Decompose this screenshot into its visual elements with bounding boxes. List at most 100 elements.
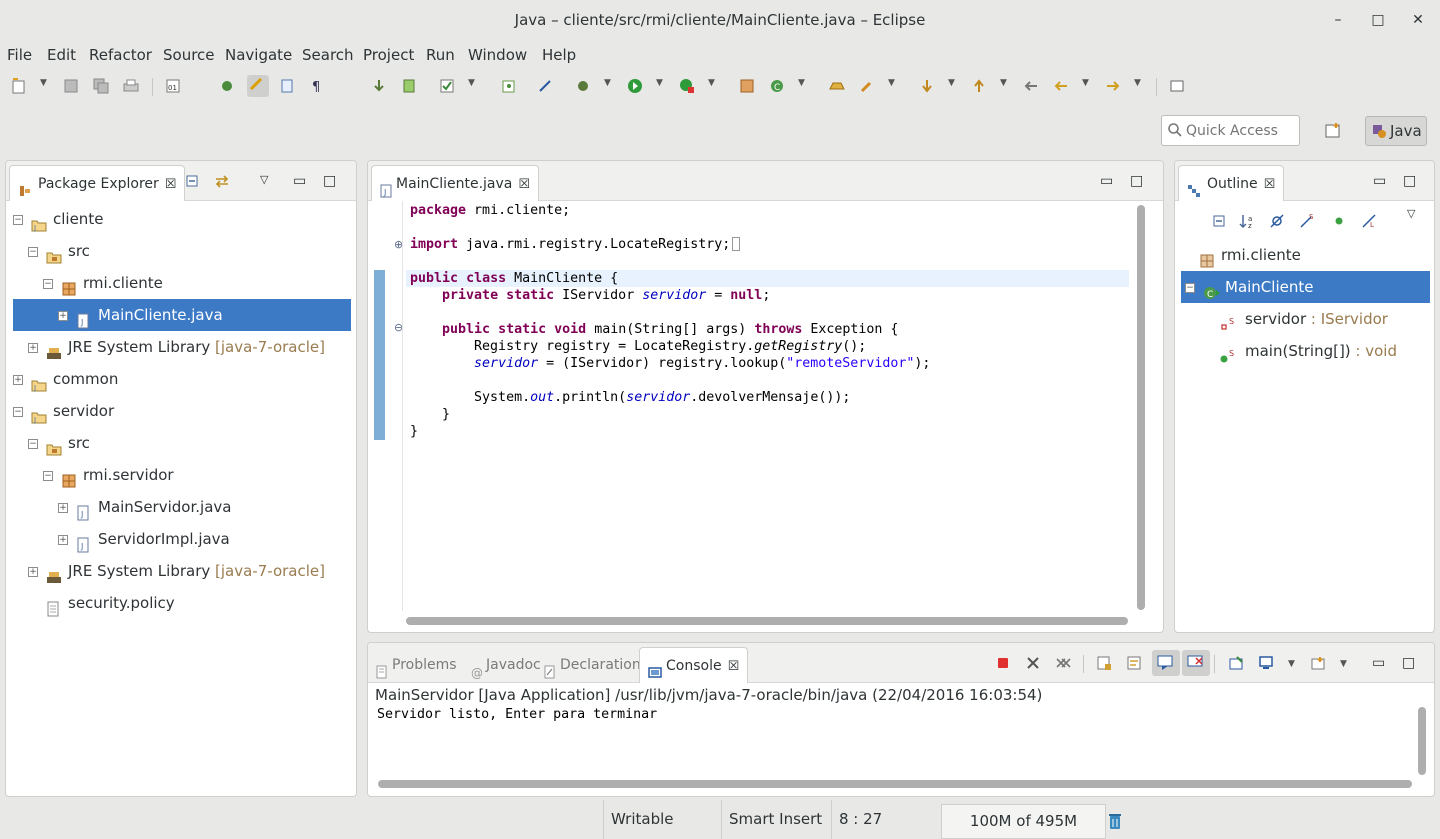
- tree-item-jre-library[interactable]: + JRE System Library [java-7-oracle]: [28, 331, 353, 363]
- menu-source[interactable]: Source: [163, 46, 215, 64]
- folded-import-marker[interactable]: [732, 237, 741, 251]
- menu-run[interactable]: Run: [426, 46, 455, 64]
- tree-item-servidor[interactable]: − Jservidor: [13, 395, 353, 427]
- tab-outline[interactable]: Outline ☒: [1178, 165, 1285, 201]
- menu-help[interactable]: Help: [542, 46, 576, 64]
- display-console-dropdown-icon[interactable]: ▼: [1288, 659, 1295, 669]
- new-package-icon[interactable]: [738, 77, 756, 95]
- menu-window[interactable]: Window: [468, 46, 527, 64]
- menu-file[interactable]: File: [7, 46, 32, 64]
- expand-icon[interactable]: +: [58, 502, 68, 513]
- console-vertical-scrollbar[interactable]: [1418, 707, 1426, 775]
- tree-item-src[interactable]: − src: [28, 235, 353, 267]
- view-menu-icon[interactable]: ▽: [260, 173, 268, 186]
- display-selected-console-icon[interactable]: [1258, 655, 1276, 673]
- pin-console-icon[interactable]: [1228, 655, 1246, 673]
- run-garbage-collector-button[interactable]: [1107, 812, 1123, 834]
- prev-annotation-icon[interactable]: [400, 77, 418, 95]
- binary-icon[interactable]: 01: [164, 77, 182, 95]
- outline-item-package[interactable]: rmi.cliente: [1199, 239, 1429, 271]
- new-java-project-icon[interactable]: [500, 77, 518, 95]
- collapse-icon[interactable]: −: [13, 214, 23, 225]
- last-edit-location-icon[interactable]: [1022, 77, 1040, 95]
- search-icon[interactable]: [858, 77, 876, 95]
- back-icon[interactable]: [1052, 77, 1070, 95]
- collapse-icon[interactable]: −: [1185, 282, 1195, 293]
- save-all-icon[interactable]: [92, 77, 110, 95]
- tree-item-maincliente-java[interactable]: + J MainCliente.java: [13, 299, 351, 331]
- maximize-view-icon[interactable]: □: [1402, 655, 1415, 671]
- expand-icon[interactable]: +: [28, 342, 38, 353]
- hide-static-icon[interactable]: S: [1299, 213, 1317, 231]
- tree-item-jre-library[interactable]: + JRE System Library [java-7-oracle]: [28, 555, 353, 587]
- tree-item-rmi-cliente[interactable]: − rmi.cliente: [43, 267, 353, 299]
- close-icon[interactable]: ☒: [165, 177, 177, 192]
- forward-icon[interactable]: [1104, 77, 1122, 95]
- hide-non-public-icon[interactable]: [1331, 213, 1349, 231]
- tab-console[interactable]: Console ☒: [639, 647, 749, 683]
- collapse-all-icon[interactable]: [184, 173, 202, 191]
- outline-item-class[interactable]: − C MainCliente: [1181, 271, 1430, 303]
- open-perspective-button[interactable]: [1320, 120, 1346, 142]
- tree-item-cliente[interactable]: − Jcliente: [13, 203, 353, 235]
- scroll-lock-icon[interactable]: [1096, 655, 1114, 673]
- close-button[interactable]: ✕: [1408, 10, 1428, 30]
- mark-occurrences-icon[interactable]: [247, 75, 269, 97]
- maximize-view-icon[interactable]: □: [1130, 173, 1143, 189]
- open-console-icon[interactable]: [1310, 655, 1328, 673]
- tree-item-servidorimpl-java[interactable]: + J ServidorImpl.java: [58, 523, 353, 555]
- print-icon[interactable]: [122, 77, 140, 95]
- menu-edit[interactable]: Edit: [47, 46, 76, 64]
- hide-local-types-icon[interactable]: L: [1361, 213, 1379, 231]
- outline-item-field[interactable]: Sservidor : IServidor: [1219, 303, 1429, 335]
- collapse-icon[interactable]: −: [43, 278, 53, 289]
- maximize-view-icon[interactable]: □: [1403, 173, 1416, 189]
- tree-item-security-policy[interactable]: security.policy: [46, 587, 353, 619]
- show-whitespace-icon[interactable]: ¶: [308, 77, 326, 95]
- view-menu-icon[interactable]: ▽: [1407, 207, 1415, 220]
- block-selection-icon[interactable]: [278, 77, 296, 95]
- tab-declaration[interactable]: Declaration: [536, 647, 649, 683]
- external-tool-dropdown-icon[interactable]: ▼: [708, 78, 715, 88]
- outline-item-method[interactable]: Smain(String[]) : void: [1219, 335, 1429, 367]
- open-console-dropdown-icon[interactable]: ▼: [1340, 659, 1347, 669]
- tab-package-explorer[interactable]: Package Explorer ☒: [9, 165, 186, 201]
- expand-icon[interactable]: +: [58, 534, 68, 545]
- back-dropdown-icon[interactable]: ▼: [1082, 78, 1089, 88]
- console-horizontal-scrollbar[interactable]: [378, 780, 1412, 788]
- word-wrap-icon[interactable]: [1126, 655, 1144, 673]
- sort-icon[interactable]: az: [1239, 213, 1257, 231]
- expand-icon[interactable]: +: [28, 566, 38, 577]
- tree-item-mainservidor-java[interactable]: + J MainServidor.java: [58, 491, 353, 523]
- new-icon[interactable]: [10, 77, 28, 95]
- expand-icon[interactable]: +: [58, 310, 68, 321]
- open-type-icon[interactable]: [218, 77, 236, 95]
- show-console-on-output-icon[interactable]: [1152, 650, 1180, 676]
- new-class-icon[interactable]: C: [768, 77, 786, 95]
- quick-access-input[interactable]: [1186, 116, 1296, 145]
- new-dropdown-icon[interactable]: ▼: [40, 78, 47, 88]
- next-edit-dropdown-icon[interactable]: ▼: [948, 78, 955, 88]
- collapse-icon[interactable]: −: [28, 246, 38, 257]
- search-dropdown-icon[interactable]: ▼: [888, 78, 895, 88]
- minimize-view-icon[interactable]: ▭: [1372, 655, 1385, 671]
- collapse-all-icon[interactable]: [1211, 213, 1229, 231]
- menu-search[interactable]: Search: [302, 46, 354, 64]
- code-content[interactable]: package rmi.cliente; import java.rmi.regi…: [406, 201, 1129, 611]
- expand-icon[interactable]: +: [13, 374, 23, 385]
- task-icon[interactable]: [438, 77, 456, 95]
- menu-project[interactable]: Project: [363, 46, 414, 64]
- link-with-editor-icon[interactable]: [213, 173, 231, 191]
- remove-launch-icon[interactable]: [1025, 655, 1043, 673]
- tree-item-rmi-servidor[interactable]: − rmi.servidor: [43, 459, 353, 491]
- collapse-icon[interactable]: −: [28, 438, 38, 449]
- editor-horizontal-scrollbar[interactable]: [406, 617, 1128, 625]
- run-external-tool-icon[interactable]: [678, 77, 696, 95]
- terminate-icon[interactable]: [995, 655, 1013, 673]
- close-icon[interactable]: ☒: [1264, 177, 1276, 192]
- minimize-view-icon[interactable]: ▭: [293, 173, 306, 189]
- run-icon[interactable]: [626, 77, 644, 95]
- tab-problems[interactable]: Problems: [368, 647, 465, 683]
- menu-refactor[interactable]: Refactor: [89, 46, 152, 64]
- debug-dropdown-icon[interactable]: ▼: [604, 78, 611, 88]
